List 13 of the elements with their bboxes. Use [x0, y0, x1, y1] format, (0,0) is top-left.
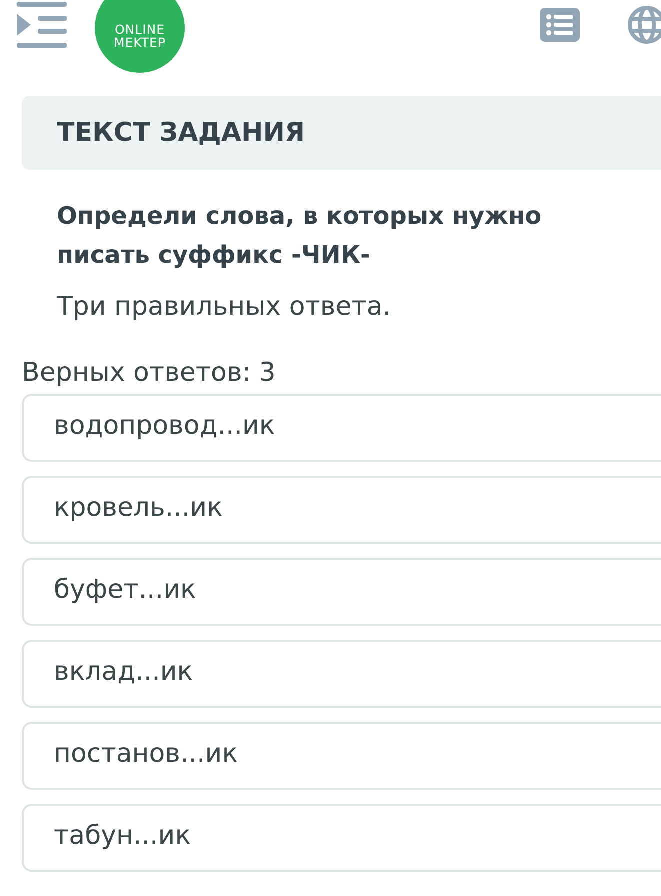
answer-option[interactable]: водопровод...ик [22, 394, 661, 462]
answer-option[interactable]: кровель...ик [22, 476, 661, 544]
question-text: Определи слова, в которых нужно писать суффикс -ЧИК- [56, 201, 543, 271]
menu-indent-icon[interactable] [17, 2, 67, 48]
answer-option[interactable]: постанов...ик [22, 722, 661, 790]
hint-text: Три правильных ответа. [56, 291, 392, 324]
answer-option[interactable]: вклад...ик [22, 640, 661, 708]
answer-option[interactable]: табун...ик [22, 804, 661, 872]
globe-icon[interactable] [628, 6, 661, 44]
correct-answers-count: Верных ответов: 3 [21, 357, 277, 390]
list-icon[interactable] [540, 8, 580, 42]
task-heading: ТЕКСТ ЗАДАНИЯ [57, 118, 306, 148]
answer-option[interactable]: буфет...ик [22, 558, 661, 626]
